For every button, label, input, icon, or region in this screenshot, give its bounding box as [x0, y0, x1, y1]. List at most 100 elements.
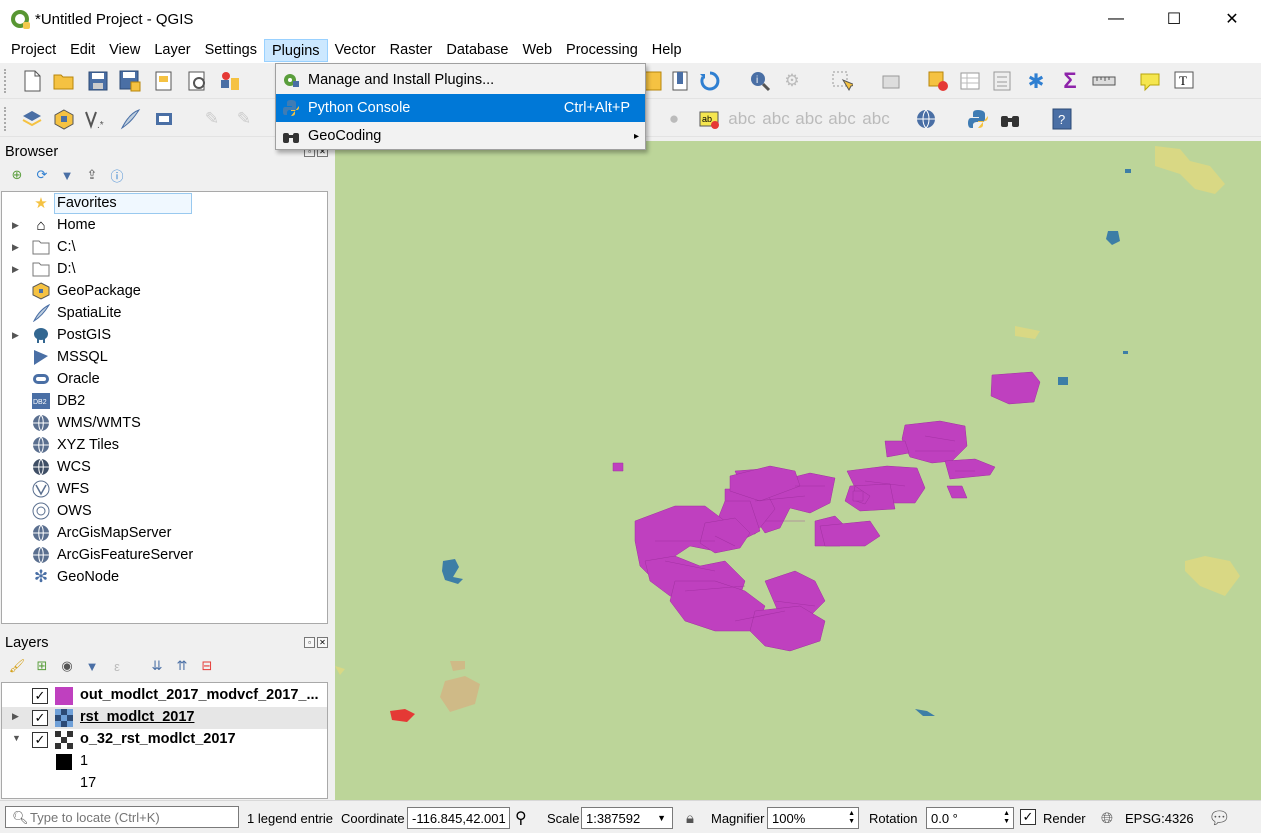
save-as-icon[interactable] — [118, 69, 142, 93]
browser-item-db2[interactable]: DB2 DB2 — [2, 390, 327, 412]
close-button[interactable]: ✕ — [1203, 0, 1261, 38]
browser-item-ows[interactable]: OWS — [2, 500, 327, 522]
statistics-sum-icon[interactable]: Σ — [1058, 68, 1082, 93]
add-selected-icon[interactable]: ⊕ — [8, 166, 26, 184]
expand-arrow-icon[interactable]: ▶ — [12, 220, 19, 231]
new-project-icon[interactable] — [20, 69, 44, 93]
browser-item-c-drive[interactable]: ▶ C:\ — [2, 236, 327, 258]
browser-item-postgis[interactable]: ▶ PostGIS — [2, 324, 327, 346]
move-label-icon[interactable]: abc — [795, 107, 822, 131]
measure-icon[interactable] — [1092, 69, 1116, 93]
minimize-button[interactable]: — — [1087, 0, 1145, 38]
crs-button[interactable]: EPSG:4326 — [1125, 807, 1194, 829]
menu-settings[interactable]: Settings — [198, 39, 264, 62]
bookmark-icon[interactable] — [668, 69, 692, 93]
edit-pencil-icon[interactable]: ✎ — [232, 107, 256, 131]
coordinate-field[interactable]: -116.845,42.001 — [407, 807, 510, 829]
collapse-arrow-icon[interactable]: ▼ — [12, 733, 21, 743]
data-source-manager-icon[interactable] — [20, 107, 44, 131]
lock-scale-icon[interactable]: 🔒︎ — [686, 807, 694, 829]
save-project-icon[interactable] — [86, 69, 110, 93]
processing-toolbox-icon[interactable]: ✱ — [1024, 69, 1048, 93]
browser-item-mssql[interactable]: MSSQL — [2, 346, 327, 368]
filter-icon[interactable]: ▼ — [83, 657, 101, 675]
menu-layer[interactable]: Layer — [147, 39, 197, 62]
layer-row-o32-rst-modlct[interactable]: ▼ ✓ o_32_rst_modlct_2017 — [2, 729, 327, 751]
label-tool-icon[interactable]: ● — [662, 107, 686, 131]
show-label-icon[interactable]: abc — [762, 107, 789, 131]
menu-help[interactable]: Help — [645, 39, 689, 62]
float-panel-icon[interactable]: ▫ — [304, 637, 315, 648]
browser-item-oracle[interactable]: Oracle — [2, 368, 327, 390]
collapse-all-icon[interactable]: ⇈ — [173, 657, 191, 675]
close-panel-icon[interactable]: ✕ — [317, 637, 328, 648]
render-checkbox[interactable]: ✓ — [1020, 809, 1036, 825]
scale-combobox[interactable]: 1:387592 ▼ — [581, 807, 673, 829]
select-rectangle-icon[interactable] — [830, 69, 854, 93]
change-label-icon[interactable]: abc — [862, 107, 889, 131]
geocoding-globe-icon[interactable] — [914, 107, 938, 131]
refresh-icon[interactable]: ⟳ — [33, 166, 51, 184]
new-shapefile-icon[interactable]: .* — [84, 107, 108, 131]
deselect-icon[interactable] — [926, 69, 950, 93]
filter-icon[interactable]: ▼ — [58, 166, 76, 184]
map-canvas[interactable] — [335, 141, 1261, 800]
menu-plugins[interactable]: Plugins — [264, 39, 328, 62]
menu-database[interactable]: Database — [439, 39, 515, 62]
browser-item-geopackage[interactable]: GeoPackage — [2, 280, 327, 302]
menu-processing[interactable]: Processing — [559, 39, 645, 62]
layer-visibility-checkbox[interactable]: ✓ — [32, 710, 48, 726]
add-group-icon[interactable]: ⊞ — [33, 657, 51, 675]
layer-row-rst-modlct[interactable]: ▶ ✓ rst_modlct_2017 — [2, 707, 327, 729]
collapse-all-icon[interactable]: ⇪ — [83, 166, 101, 184]
open-project-icon[interactable] — [52, 69, 76, 93]
browser-item-wcs[interactable]: WCS — [2, 456, 327, 478]
browser-item-wms[interactable]: WMS/WMTS — [2, 412, 327, 434]
style-manager-icon[interactable] — [218, 69, 242, 93]
layer-visibility-checkbox[interactable]: ✓ — [32, 688, 48, 704]
style-brush-icon[interactable]: 🖌 — [8, 657, 26, 675]
browser-item-arcgis-map[interactable]: ArcGisMapServer — [2, 522, 327, 544]
menu-vector[interactable]: Vector — [328, 39, 383, 62]
label-abc-icon[interactable]: ab — [697, 107, 721, 131]
attribute-table-icon[interactable] — [958, 69, 982, 93]
toggle-extents-icon[interactable]: ⚲ — [515, 807, 527, 829]
browser-item-home[interactable]: ▶ ⌂ Home — [2, 214, 327, 236]
pin-label-icon[interactable]: abc — [728, 107, 755, 131]
expand-arrow-icon[interactable]: ▶ — [12, 330, 19, 341]
browser-item-favorites[interactable]: ★ Favorites — [2, 192, 327, 214]
layer-visibility-checkbox[interactable]: ✓ — [32, 732, 48, 748]
expression-filter-icon[interactable]: ε — [108, 657, 126, 675]
browser-item-wfs[interactable]: WFS — [2, 478, 327, 500]
expand-arrow-icon[interactable]: ▶ — [12, 242, 19, 253]
locator-search-input[interactable]: 🔍︎ Type to locate (Ctrl+K) — [5, 806, 239, 828]
browser-item-d-drive[interactable]: ▶ D:\ — [2, 258, 327, 280]
rotation-spinbox[interactable]: 0.0 ° ▲ ▼ — [926, 807, 1014, 829]
menu-project[interactable]: Project — [4, 39, 63, 62]
identify-icon[interactable]: i — [748, 69, 772, 93]
menu-item-python-console[interactable]: Python Console Ctrl+Alt+P — [276, 94, 645, 122]
expand-arrow-icon[interactable]: ▶ — [12, 711, 19, 722]
browser-item-arcgis-feature[interactable]: ArcGisFeatureServer — [2, 544, 327, 566]
refresh-icon[interactable] — [698, 69, 722, 93]
menu-view[interactable]: View — [102, 39, 147, 62]
menu-item-manage-plugins[interactable]: Manage and Install Plugins... — [276, 66, 645, 94]
menu-web[interactable]: Web — [515, 39, 559, 62]
new-virtual-layer-icon[interactable] — [152, 107, 176, 131]
info-icon[interactable]: ⓘ — [108, 166, 126, 184]
menu-edit[interactable]: Edit — [63, 39, 102, 62]
text-annotation-icon[interactable]: T — [1172, 69, 1196, 93]
expand-arrow-icon[interactable]: ▶ — [12, 264, 19, 275]
visibility-eye-icon[interactable]: ◉ — [58, 657, 76, 675]
maximize-button[interactable]: ☐ — [1145, 0, 1203, 38]
remove-layer-icon[interactable]: ⊟ — [198, 657, 216, 675]
menu-item-geocoding[interactable]: GeoCoding ▸ — [276, 122, 645, 150]
select-value-icon[interactable] — [880, 69, 904, 93]
map-tips-icon[interactable] — [1138, 69, 1162, 93]
binoculars-icon[interactable] — [998, 107, 1022, 131]
crs-globe-icon[interactable]: 🌐︎ — [1101, 807, 1113, 829]
digitize-icon[interactable]: ✎ — [200, 107, 224, 131]
rotate-label-icon[interactable]: abc — [828, 107, 855, 131]
field-calculator-icon[interactable] — [990, 69, 1014, 93]
layer-row-out-modlct[interactable]: ✓ out_modlct_2017_modvcf_2017_... — [2, 685, 327, 707]
